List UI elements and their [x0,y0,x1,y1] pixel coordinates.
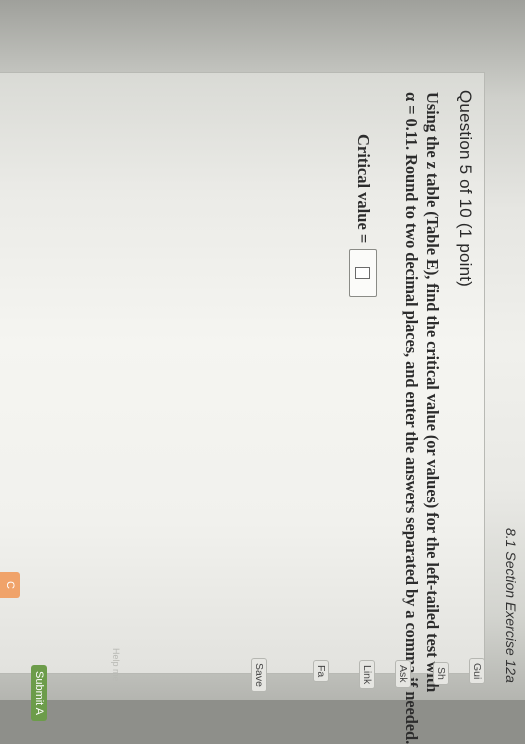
rotated-stage: 8.1 Section Exercise 12a Question 5 of 1… [0,0,525,744]
fa-button[interactable]: Fa [313,660,329,683]
submit-button[interactable]: Submit A [31,665,47,722]
input-placeholder-icon [355,267,371,280]
save-button[interactable]: Save [251,658,267,692]
question-heading: Question 5 of 10 (1 point) [456,90,475,288]
accent-tab[interactable]: C [0,572,20,598]
guided-button[interactable]: Gui [469,658,485,685]
screen: 8.1 Section Exercise 12a Question 5 of 1… [0,0,525,744]
answer-label: Critical value = [354,134,373,244]
link-button[interactable]: Link [359,660,375,690]
ask-button[interactable]: Ask [395,660,411,688]
show-button[interactable]: Sh [433,662,449,685]
answer-row: Critical value = [349,134,377,298]
critical-value-input[interactable] [349,249,377,298]
right-sidebar: Gui Sh Ask Link Fa Save [0,600,525,700]
